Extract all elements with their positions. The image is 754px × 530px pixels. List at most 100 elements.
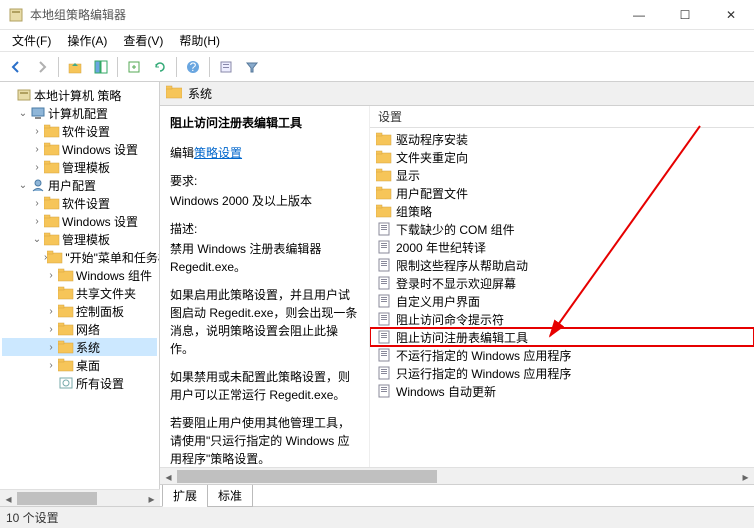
tab[interactable]: 扩展 [162,485,208,507]
expand-toggle[interactable]: › [30,216,44,227]
list-item[interactable]: 驱动程序安装 [370,130,754,148]
list-item-label: 驱动程序安装 [396,131,468,148]
tree-node[interactable]: › Windows 设置 [2,212,157,230]
tree-node[interactable]: 共享文件夹 [2,284,157,302]
forward-button[interactable] [30,55,54,79]
tree-node-label: 所有设置 [76,375,124,392]
tree-node[interactable]: ›控制面板 [2,302,157,320]
list-pane: 设置 驱动程序安装文件夹重定向显示用户配置文件组策略下载缺少的 COM 组件20… [370,106,754,467]
tree-node-label: 本地计算机 策略 [34,87,121,104]
export-button[interactable] [122,55,146,79]
folder-icon [58,339,74,355]
expand-toggle[interactable]: › [30,144,44,155]
content-hscroll[interactable]: ◂ ▸ [160,467,754,484]
computer-icon [30,105,46,121]
list-item[interactable]: 组策略 [370,202,754,220]
folder-icon [44,231,60,247]
list-item[interactable]: 限制这些程序从帮助启动 [370,256,754,274]
list-item[interactable]: 只运行指定的 Windows 应用程序 [370,364,754,382]
edit-policy-link[interactable]: 策略设置 [194,146,242,160]
policy-icon [376,365,392,381]
expand-toggle[interactable]: › [44,270,58,281]
folder-icon [58,285,74,301]
menu-item[interactable]: 操作(A) [59,30,115,51]
content-header-title: 系统 [188,85,212,102]
tree-node[interactable]: ›系统 [2,338,157,356]
scroll-right-arrow[interactable]: ▸ [143,490,160,507]
list-item[interactable]: Windows 自动更新 [370,382,754,400]
folder-icon [376,167,392,183]
tree-node[interactable]: ⌄用户配置 [2,176,157,194]
folder-icon [376,149,392,165]
tree-node-label: Windows 设置 [62,213,138,230]
expand-toggle[interactable]: › [44,342,58,353]
desc-p3: 如果禁用或未配置此策略设置，则用户可以正常运行 Regedit.exe。 [170,368,359,404]
expand-toggle[interactable]: ⌄ [16,108,30,119]
tree-node[interactable]: ›Windows 设置 [2,140,157,158]
expand-toggle[interactable]: › [30,162,44,173]
expand-toggle[interactable]: › [44,324,58,335]
expand-toggle[interactable]: › [44,306,58,317]
tree-node[interactable]: 所有设置 [2,374,157,392]
menu-item[interactable]: 查看(V) [115,30,171,51]
tree-node-label: 网络 [76,321,100,338]
tree-node[interactable]: ⌄计算机配置 [2,104,157,122]
expand-toggle[interactable]: › [30,126,44,137]
list-item[interactable]: 文件夹重定向 [370,148,754,166]
expand-toggle[interactable]: › [44,360,58,371]
list-item[interactable]: 用户配置文件 [370,184,754,202]
list-item-label: 下载缺少的 COM 组件 [396,221,515,238]
list-item[interactable]: 显示 [370,166,754,184]
tree-pane[interactable]: 本地计算机 策略⌄计算机配置 › 软件设置 › Windows 设置 ›管理模板⌄用户配置… [0,82,160,506]
menu-item[interactable]: 文件(F) [4,30,59,51]
policy-icon [376,347,392,363]
tree-node-label: 软件设置 [62,123,110,140]
expand-toggle[interactable]: ⌄ [30,234,44,245]
filter-button[interactable] [240,55,264,79]
list-item[interactable]: 登录时不显示欢迎屏幕 [370,274,754,292]
menu-item[interactable]: 帮助(H) [171,30,228,51]
list-item[interactable]: 自定义用户界面 [370,292,754,310]
properties-button[interactable] [214,55,238,79]
tree-node-label: "开始"菜单和任务栏 [65,249,160,266]
up-button[interactable] [63,55,87,79]
showhide-button[interactable] [89,55,113,79]
detail-pane: 阻止访问注册表编辑工具 编辑策略设置 要求: Windows 2000 及以上版… [160,106,370,467]
expand-toggle[interactable]: › [30,198,44,209]
tree-node[interactable]: ›"开始"菜单和任务栏 [2,248,157,266]
tree-node[interactable]: › 软件设置 [2,122,157,140]
help-button[interactable]: ? [181,55,205,79]
tree-node[interactable]: › 网络 [2,320,157,338]
tree-node[interactable]: 本地计算机 策略 [2,86,157,104]
scroll-left-arrow[interactable]: ◂ [0,490,17,507]
scroll-left-arrow[interactable]: ◂ [160,468,177,485]
tree-node[interactable]: ›管理模板 [2,158,157,176]
maximize-button[interactable]: ☐ [662,0,708,30]
tree-node[interactable]: ›桌面 [2,356,157,374]
list-column-header[interactable]: 设置 [370,106,754,128]
back-button[interactable] [4,55,28,79]
list-item[interactable]: 阻止访问命令提示符 [370,310,754,328]
list-item[interactable]: 不运行指定的 Windows 应用程序 [370,346,754,364]
minimize-button[interactable]: — [616,0,662,30]
list-item[interactable]: 下载缺少的 COM 组件 [370,220,754,238]
tree-hscroll[interactable]: ◂ ▸ [0,489,160,506]
scroll-thumb[interactable] [177,470,437,483]
tree-node[interactable]: ›Windows 组件 [2,266,157,284]
settings-icon [58,375,74,391]
list-item-label: 文件夹重定向 [396,149,468,166]
tree-node[interactable]: ⌄管理模板 [2,230,157,248]
expand-toggle[interactable]: ⌄ [16,180,30,191]
policy-icon [376,221,392,237]
tree-node[interactable]: ›软件设置 [2,194,157,212]
window-title: 本地组策略编辑器 [30,6,616,23]
content-tabs: 扩展标准 [160,484,754,506]
scroll-right-arrow[interactable]: ▸ [737,468,754,485]
policy-icon [376,275,392,291]
refresh-button[interactable] [148,55,172,79]
scroll-thumb[interactable] [17,492,97,505]
close-button[interactable]: ✕ [708,0,754,30]
list-item[interactable]: 阻止访问注册表编辑工具 [370,328,754,346]
tab[interactable]: 标准 [207,485,253,507]
list-item[interactable]: 2000 年世纪转译 [370,238,754,256]
